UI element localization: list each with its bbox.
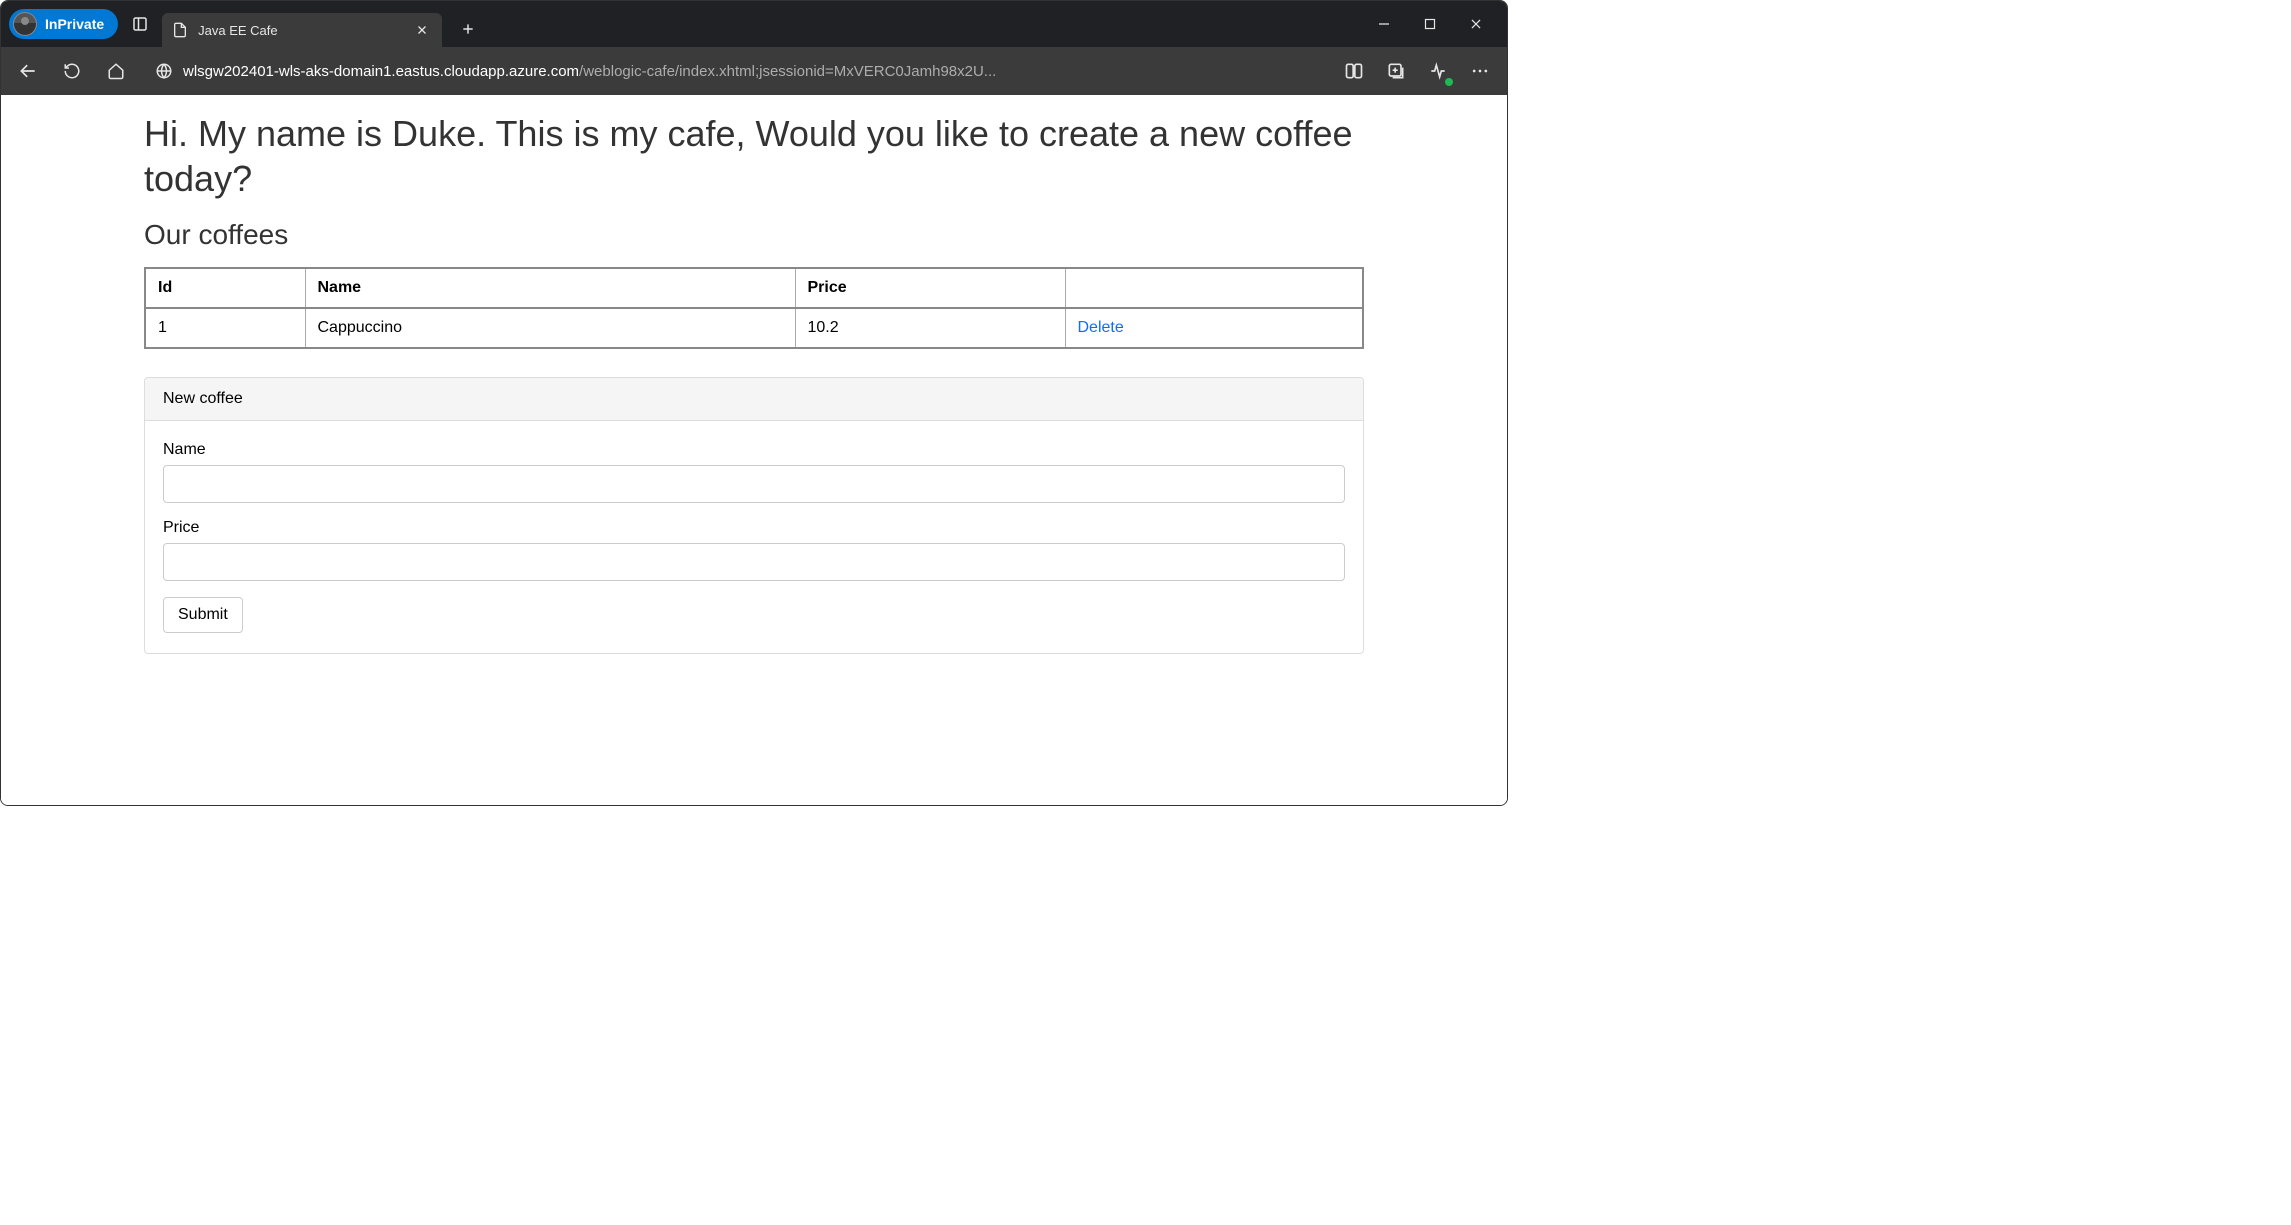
minimize-button[interactable] <box>1361 1 1407 47</box>
url-text: wlsgw202401-wls-aks-domain1.eastus.cloud… <box>183 63 996 80</box>
address-bar[interactable]: wlsgw202401-wls-aks-domain1.eastus.cloud… <box>141 54 1329 88</box>
section-heading: Our coffees <box>144 219 1364 251</box>
inprivate-label: InPrivate <box>45 16 104 32</box>
delete-link[interactable]: Delete <box>1078 319 1124 336</box>
home-button[interactable] <box>97 52 135 90</box>
page-title: Hi. My name is Duke. This is my cafe, Wo… <box>144 111 1364 201</box>
close-window-button[interactable] <box>1453 1 1499 47</box>
coffees-table: Id Name Price 1Cappuccino10.2 Delete <box>144 267 1364 349</box>
url-host: wlsgw202401-wls-aks-domain1.eastus.cloud… <box>183 63 579 80</box>
refresh-button[interactable] <box>53 52 91 90</box>
collections-icon[interactable] <box>1377 52 1415 90</box>
titlebar: InPrivate Java EE Cafe <box>1 1 1507 47</box>
toolbar: wlsgw202401-wls-aks-domain1.eastus.cloud… <box>1 47 1507 95</box>
new-coffee-panel: New coffee Name Price Submit <box>144 377 1364 654</box>
cell-action: Delete <box>1065 308 1363 348</box>
name-label: Name <box>163 441 1345 459</box>
more-menu-icon[interactable] <box>1461 52 1499 90</box>
cell-price: 10.2 <box>795 308 1065 348</box>
price-label: Price <box>163 519 1345 537</box>
price-input[interactable] <box>163 543 1345 581</box>
page-viewport: Hi. My name is Duke. This is my cafe, Wo… <box>1 95 1507 805</box>
th-price: Price <box>795 268 1065 308</box>
inprivate-indicator[interactable]: InPrivate <box>9 9 118 39</box>
th-actions <box>1065 268 1363 308</box>
maximize-button[interactable] <box>1407 1 1453 47</box>
split-screen-icon[interactable] <box>1335 52 1373 90</box>
back-button[interactable] <box>9 52 47 90</box>
table-row: 1Cappuccino10.2 Delete <box>145 308 1363 348</box>
th-id: Id <box>145 268 305 308</box>
name-input[interactable] <box>163 465 1345 503</box>
browser-tab[interactable]: Java EE Cafe <box>162 13 442 47</box>
close-tab-icon[interactable] <box>412 20 432 40</box>
tab-title: Java EE Cafe <box>198 23 402 38</box>
site-info-icon[interactable] <box>155 62 173 80</box>
tab-actions-icon[interactable] <box>122 6 158 42</box>
table-header-row: Id Name Price <box>145 268 1363 308</box>
th-name: Name <box>305 268 795 308</box>
browser-window: InPrivate Java EE Cafe <box>0 0 1508 806</box>
url-path: /weblogic-cafe/index.xhtml;jsessionid=Mx… <box>579 63 996 80</box>
window-controls <box>1361 1 1499 47</box>
performance-icon[interactable] <box>1419 52 1457 90</box>
cell-id: 1 <box>145 308 305 348</box>
new-tab-button[interactable] <box>452 13 484 45</box>
panel-header: New coffee <box>145 378 1363 421</box>
cell-name: Cappuccino <box>305 308 795 348</box>
submit-button[interactable]: Submit <box>163 597 243 633</box>
profile-avatar-icon <box>13 12 37 36</box>
document-icon <box>172 22 188 38</box>
